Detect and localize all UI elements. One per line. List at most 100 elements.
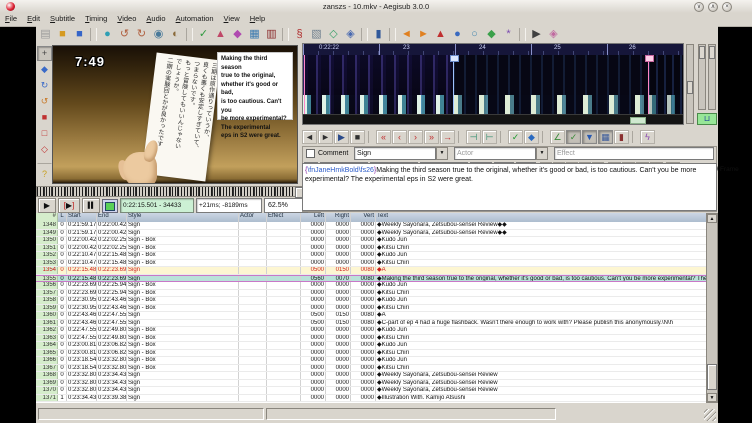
rotate-z-tool[interactable]: ↻ xyxy=(37,78,52,93)
table-row[interactable]: 1355 0 0:22:15.48 0:22:23.69 Sign 0560 0… xyxy=(36,275,706,283)
drag-tool[interactable]: ◆ xyxy=(37,62,52,77)
new-subtitles-icon[interactable]: ▤ xyxy=(38,27,53,42)
auto-commit-toggle[interactable]: ✓ xyxy=(566,130,581,144)
table-row[interactable]: 1351 0 0:22:00.42 0:22:02.25 Sign - Box … xyxy=(36,245,706,253)
table-row[interactable]: 1370 0 0:23:32.80 0:23:34.43 Sign 0000 0… xyxy=(36,387,706,395)
selection-end-marker[interactable] xyxy=(648,55,649,115)
undo-icon[interactable]: ↺ xyxy=(117,27,132,42)
scroll-up-arrow[interactable]: ▲ xyxy=(707,214,717,223)
table-row[interactable]: 1349 0 0:21:59.17 0:22:00.42 Sign 0000 0… xyxy=(36,230,706,238)
table-row[interactable]: 1357 0 0:22:23.69 0:22:25.94 Sign - Box … xyxy=(36,290,706,298)
menu-file[interactable]: File xyxy=(0,13,22,24)
toolbar-separator[interactable] xyxy=(186,28,193,41)
play-500ms-after-button[interactable]: » xyxy=(424,130,439,144)
video-display[interactable]: 7:49 三期は原作通りっていうか、良くも悪くも安定しすぎていて、つまらないです… xyxy=(52,45,298,184)
table-row[interactable]: 1366 0 0:23:18.54 0:23:32.80 Sign - Box … xyxy=(36,357,706,365)
save-subtitles-icon[interactable]: ■ xyxy=(72,27,87,42)
audio-vertical-link-toggle[interactable]: ⊔ xyxy=(697,113,717,125)
scale-tool[interactable]: ■ xyxy=(37,110,52,125)
scroll-down-arrow[interactable]: ▼ xyxy=(707,393,717,402)
video-shift-display[interactable]: +21ms; -8189ms xyxy=(196,198,262,213)
video-seek-bar[interactable] xyxy=(36,186,332,197)
standard-mode-tool[interactable]: + xyxy=(37,46,52,61)
styling-assistant-icon[interactable]: ◇ xyxy=(326,27,341,42)
table-row[interactable]: 1365 0 0:23:00.81 0:23:06.82 Sign - Box … xyxy=(36,350,706,358)
selection-start-marker[interactable] xyxy=(453,55,454,115)
rotate-xy-tool[interactable]: ↺ xyxy=(37,94,52,109)
audio-display[interactable]: 0:22:2223242526 xyxy=(302,43,684,125)
attachments-icon[interactable]: ▦ xyxy=(247,27,262,42)
menu-view[interactable]: View xyxy=(219,13,245,24)
audio-volume-slider[interactable] xyxy=(708,44,716,110)
table-row[interactable]: 1363 0 0:22:47.55 0:22:49.80 Sign - Box … xyxy=(36,335,706,343)
video-time-display[interactable]: 0:22:15.501 - 34433 xyxy=(120,198,194,213)
menu-video[interactable]: Video xyxy=(112,13,141,24)
table-row[interactable]: 1354 0 0:22:15.48 0:22:23.69 Sign 0500 0… xyxy=(36,267,706,275)
toolbar-separator[interactable] xyxy=(519,28,526,41)
actor-input[interactable]: Actor xyxy=(454,147,536,160)
col-end[interactable]: End xyxy=(97,213,127,222)
menu-timing[interactable]: Timing xyxy=(80,13,112,24)
play-button[interactable]: ▶ xyxy=(38,198,56,213)
grid-vertical-scrollbar[interactable]: ▲ ▼ xyxy=(706,213,718,403)
lead-out-button[interactable]: ⊢ xyxy=(482,130,497,144)
video-help-icon[interactable]: ? xyxy=(37,167,52,182)
options-icon[interactable]: * xyxy=(501,27,516,42)
col-text[interactable]: Text xyxy=(376,213,706,222)
table-row[interactable]: 1353 0 0:22:10.47 0:22:15.48 Sign - Box … xyxy=(36,260,706,268)
audio-next-line-button[interactable]: ► xyxy=(318,130,333,144)
style-select[interactable]: Sign xyxy=(354,147,436,160)
style-dropdown-arrow[interactable]: ▼ xyxy=(436,147,448,160)
maximize-button[interactable]: ∧ xyxy=(708,2,718,12)
audio-vertical-zoom-slider[interactable] xyxy=(698,44,706,110)
subtitle-text-editor[interactable]: {\fnJaneHmkBold\fs26}Making the third se… xyxy=(302,163,717,211)
toolbar-separator[interactable] xyxy=(90,28,97,41)
col-layer[interactable]: L xyxy=(58,213,67,222)
audio-commit-button[interactable]: ✓ xyxy=(508,130,523,144)
fonts-collector-icon[interactable]: ▥ xyxy=(264,27,279,42)
video-autoscroll-toggle[interactable] xyxy=(102,199,118,213)
scroll-thumb[interactable] xyxy=(707,364,717,390)
minimize-button[interactable]: ∨ xyxy=(694,2,704,12)
waveform-mode-toggle[interactable]: ▮ xyxy=(614,130,629,144)
lead-in-button[interactable]: ⊣ xyxy=(466,130,481,144)
audio-prev-line-button[interactable]: ◄ xyxy=(302,130,317,144)
audio-separator[interactable] xyxy=(542,131,547,143)
title-bar[interactable]: zanszs - 10.mkv - Aegisub 3.0.0 ∨ ∧ × xyxy=(0,0,752,14)
menu-automation[interactable]: Automation xyxy=(171,13,219,24)
audio-horizontal-zoom-slider[interactable] xyxy=(686,44,694,124)
col-effect[interactable]: Effect xyxy=(267,213,301,222)
automation-icon[interactable]: § xyxy=(292,27,307,42)
col-actor[interactable]: Actor xyxy=(239,213,267,222)
tool-separator[interactable] xyxy=(37,158,52,164)
find-icon[interactable]: ◉ xyxy=(151,27,166,42)
toolbar-separator[interactable] xyxy=(361,28,368,41)
audio-spectrogram[interactable] xyxy=(303,55,683,115)
table-row[interactable]: 1356 0 0:22:23.69 0:22:25.94 Sign - Box … xyxy=(36,282,706,290)
replace-icon[interactable]: ◐ xyxy=(168,27,183,42)
visual-typesetting-icon[interactable]: ◈ xyxy=(546,27,561,42)
resample-resolution-icon[interactable]: ◈ xyxy=(343,27,358,42)
redo-icon[interactable]: ↻ xyxy=(134,27,149,42)
toolbar-separator[interactable] xyxy=(282,28,289,41)
play-to-end-button[interactable]: → xyxy=(440,130,455,144)
spectrum-mode-toggle[interactable]: ▦ xyxy=(598,130,613,144)
play-500ms-before-button[interactable]: « xyxy=(376,130,391,144)
play-500ms-first-button[interactable]: ‹ xyxy=(392,130,407,144)
actor-dropdown-arrow[interactable]: ▼ xyxy=(536,147,548,160)
spectrum-options-icon[interactable]: ◆ xyxy=(484,27,499,42)
toolbar-separator[interactable] xyxy=(389,28,396,41)
spell-checker-icon[interactable]: ✓ xyxy=(196,27,211,42)
shift-times-icon[interactable]: ◄ xyxy=(399,27,414,42)
karaoke-split-button[interactable]: ϟ xyxy=(640,130,655,144)
select-lines-icon[interactable]: ● xyxy=(450,27,465,42)
audio-separator[interactable] xyxy=(458,131,463,143)
timing-postprocessor-icon[interactable]: ► xyxy=(416,27,431,42)
audio-stop-button[interactable]: ■ xyxy=(350,130,365,144)
resize-grip[interactable] xyxy=(704,409,716,421)
menu-subtitle[interactable]: Subtitle xyxy=(45,13,80,24)
audio-horizontal-scrollbar[interactable] xyxy=(303,114,683,124)
audio-separator[interactable] xyxy=(500,131,505,143)
styles-manager-icon[interactable]: ◆ xyxy=(230,27,245,42)
table-row[interactable]: 1348 0 0:21:59.17 0:22:00.42 Sign 0000 0… xyxy=(36,222,706,230)
